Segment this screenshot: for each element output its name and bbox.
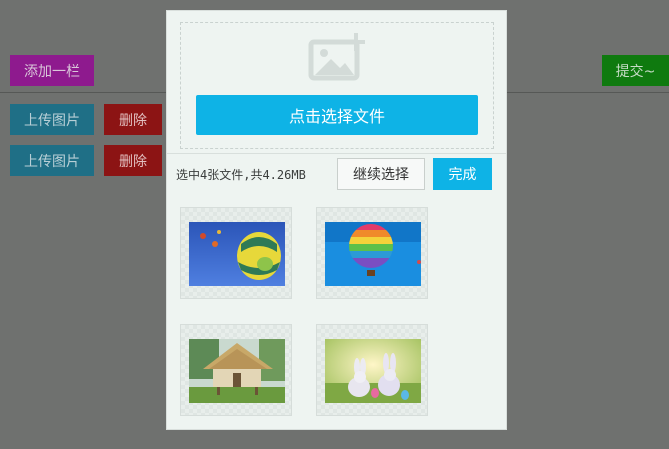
- thumbnail[interactable]: [316, 207, 428, 299]
- add-row-button[interactable]: 添加一栏: [10, 55, 94, 86]
- add-image-icon: [307, 33, 369, 85]
- hot-air-balloon-image: [189, 222, 285, 286]
- upload-modal: 点击选择文件 选中4张文件,共4.26MB 继续选择 完成: [166, 10, 507, 430]
- delete-button[interactable]: 删除: [104, 145, 162, 176]
- thumbnail[interactable]: [316, 324, 428, 416]
- selection-summary: 选中4张文件,共4.26MB: [176, 168, 306, 182]
- delete-button[interactable]: 删除: [104, 104, 162, 135]
- easter-bunnies-image: [325, 339, 421, 403]
- drop-zone[interactable]: 点击选择文件: [180, 22, 494, 149]
- done-button[interactable]: 完成: [433, 158, 492, 190]
- upload-image-button[interactable]: 上传图片: [10, 104, 94, 135]
- continue-select-button[interactable]: 继续选择: [337, 158, 425, 190]
- rainbow-balloon-image: [325, 222, 421, 286]
- upload-image-button[interactable]: 上传图片: [10, 145, 94, 176]
- thumbnail[interactable]: [180, 207, 292, 299]
- submit-button[interactable]: 提交~: [602, 55, 669, 86]
- thumbnail[interactable]: [180, 324, 292, 416]
- modal-divider: [167, 153, 506, 154]
- thatched-hut-image: [189, 339, 285, 403]
- pick-file-button[interactable]: 点击选择文件: [196, 95, 478, 135]
